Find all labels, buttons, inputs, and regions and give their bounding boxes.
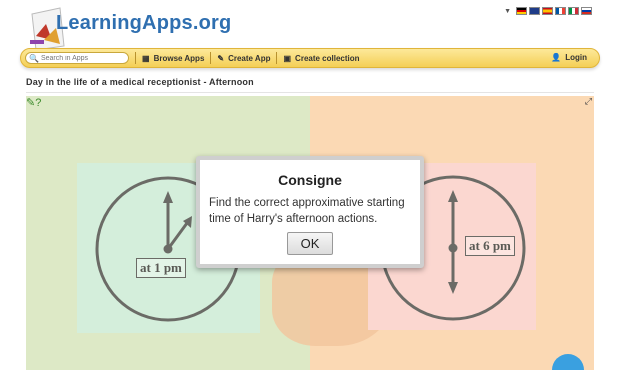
fullscreen-icon[interactable]: ⤢ [585,96,592,107]
grid-icon: ▦ [142,53,150,63]
create-app-label: Create App [228,53,271,63]
clock-label-right: at 6 pm [465,236,515,256]
instruction-dialog: Consigne Find the correct approximative … [196,156,424,268]
ok-button[interactable]: OK [287,232,333,255]
dialog-title: Consigne [278,172,342,188]
flag-fr-icon[interactable] [555,7,566,15]
main-toolbar: 🔍 ▦ Browse Apps ✎ Create App ▣ Create co… [20,48,600,68]
logo[interactable]: LearningApps.org [22,2,231,54]
browse-apps-button[interactable]: ▦ Browse Apps [142,54,204,63]
browse-apps-label: Browse Apps [153,53,205,63]
search-input[interactable] [40,54,129,62]
flag-es-icon[interactable] [542,7,553,15]
flag-de-icon[interactable] [516,7,527,15]
pencil-icon: ✎ [217,53,225,63]
create-collection-label: Create collection [295,53,360,63]
toolbar-divider [276,52,278,64]
create-collection-button[interactable]: ▣ Create collection [283,54,359,63]
chevron-down-icon[interactable]: ▼ [504,8,511,15]
login-label: Login [565,53,587,62]
flag-ru-icon[interactable] [581,7,592,15]
user-icon: 👤 [551,53,562,62]
language-selector[interactable]: ▼ [504,7,592,15]
toolbar-divider [135,52,136,64]
page-title: Day in the life of a medical receptionis… [26,77,254,87]
page: LearningApps.org ▼ 🔍 ▦ Browse Apps ✎ Cre… [0,0,620,370]
search-box[interactable]: 🔍 [25,52,129,64]
title-divider [26,92,594,93]
dialog-message: Find the correct approximative starting … [209,197,405,225]
create-app-button[interactable]: ✎ Create App [217,54,270,63]
search-icon: 🔍 [29,53,39,63]
login-button[interactable]: 👤 Login [551,53,587,62]
collection-icon: ▣ [283,53,292,63]
flag-it-icon[interactable] [568,7,579,15]
clock-label-left: at 1 pm [136,258,186,278]
toolbar-divider [210,52,212,64]
help-icon[interactable]: ✎? [26,96,41,109]
logo-text[interactable]: LearningApps.org [56,12,231,35]
flag-en-icon[interactable] [529,7,540,15]
